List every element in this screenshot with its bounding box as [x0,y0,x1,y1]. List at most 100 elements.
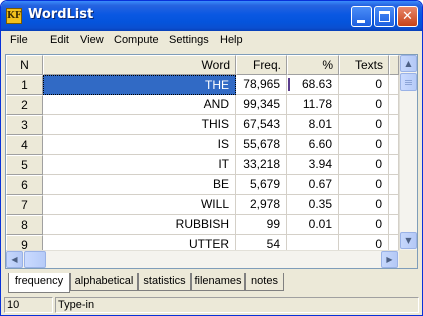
scroll-up-button[interactable]: ▲ [400,55,417,72]
cell-extra[interactable] [389,95,399,115]
cell-extra[interactable] [389,155,399,175]
horizontal-scrollbar[interactable]: ◀ ▶ [6,250,399,268]
cell-percent[interactable]: 68.63 [287,75,339,95]
word-grid[interactable]: N Word Freq. % Texts 1 THE 78,965 68.63 0 2 AN… [5,54,418,269]
tab-strip: frequency alphabetical statistics filena… [5,273,418,293]
column-header-texts[interactable]: Texts [339,55,389,75]
cell-word[interactable]: AND [43,95,236,115]
scroll-left-button[interactable]: ◀ [6,251,23,268]
close-button[interactable]: ✕ [397,6,418,27]
table-row[interactable]: 7 WILL 2,978 0.35 0 [6,195,399,215]
tab-filenames[interactable]: filenames [191,273,245,291]
vertical-scroll-thumb[interactable] [400,73,417,91]
cell-percent[interactable]: 8.01 [287,115,339,135]
row-number[interactable]: 2 [6,95,43,115]
cell-freq[interactable]: 67,543 [236,115,287,135]
cell-word[interactable]: THIS [43,115,236,135]
cell-extra[interactable] [389,115,399,135]
chevron-down-icon: ▼ [405,236,412,245]
window-title: WordList [28,7,94,22]
grip-line [405,84,412,85]
table-row[interactable]: 4 IS 55,678 6.60 0 [6,135,399,155]
scroll-down-button[interactable]: ▼ [400,232,417,249]
cell-extra[interactable] [389,75,399,95]
cell-word[interactable]: RUBBISH [43,215,236,235]
row-number[interactable]: 4 [6,135,43,155]
cell-word[interactable]: IS [43,135,236,155]
minimize-icon [357,20,365,23]
column-header-n[interactable]: N [6,55,43,75]
text-cursor [288,78,290,91]
cell-freq[interactable]: 78,965 [236,75,287,95]
column-header-percent[interactable]: % [287,55,339,75]
cell-freq[interactable]: 5,679 [236,175,287,195]
table-row[interactable]: 2 AND 99,345 11.78 0 [6,95,399,115]
cell-freq[interactable]: 2,978 [236,195,287,215]
tab-frequency[interactable]: frequency [8,273,70,293]
tab-alphabetical[interactable]: alphabetical [70,273,138,291]
vertical-scrollbar[interactable]: ▲ ▼ [399,55,417,250]
row-number[interactable]: 1 [6,75,43,95]
row-number[interactable]: 6 [6,175,43,195]
cell-word[interactable]: BE [43,175,236,195]
cell-freq[interactable]: 99,345 [236,95,287,115]
cell-freq[interactable]: 55,678 [236,135,287,155]
cell-extra[interactable] [389,175,399,195]
wordlist-window: KF WordList ✕ File Edit View Compute Set… [0,0,423,316]
column-header-extra [389,55,399,75]
cell-percent[interactable]: 6.60 [287,135,339,155]
cell-percent[interactable]: 0.01 [287,215,339,235]
cell-word[interactable]: IT [43,155,236,175]
cell-extra[interactable] [389,135,399,155]
grip-line [405,80,412,81]
tab-statistics[interactable]: statistics [138,273,191,291]
scrollbar-corner [399,250,417,268]
table-row[interactable]: 1 THE 78,965 68.63 0 [6,75,399,95]
menu-compute[interactable]: Compute [114,33,159,48]
cell-texts[interactable]: 0 [339,95,389,115]
table-row[interactable]: 6 BE 5,679 0.67 0 [6,175,399,195]
cell-word[interactable]: WILL [43,195,236,215]
cell-texts[interactable]: 0 [339,115,389,135]
row-number[interactable]: 5 [6,155,43,175]
cell-percent[interactable]: 11.78 [287,95,339,115]
minimize-button[interactable] [351,6,372,27]
maximize-button[interactable] [374,6,395,27]
cell-extra[interactable] [389,215,399,235]
table-row[interactable]: 3 THIS 67,543 8.01 0 [6,115,399,135]
cell-texts[interactable]: 0 [339,155,389,175]
cell-texts[interactable]: 0 [339,175,389,195]
grip-line [405,82,412,83]
cell-freq[interactable]: 99 [236,215,287,235]
row-number[interactable]: 3 [6,115,43,135]
status-count: 10 [4,297,53,313]
scroll-right-button[interactable]: ▶ [381,251,398,268]
title-bar[interactable]: KF WordList ✕ [1,1,422,31]
cell-texts[interactable]: 0 [339,75,389,95]
status-bar: 10 Type-in [1,295,422,315]
row-number[interactable]: 8 [6,215,43,235]
menu-settings[interactable]: Settings [169,33,209,48]
cell-percent[interactable]: 0.35 [287,195,339,215]
column-header-word[interactable]: Word [43,55,236,75]
cell-texts[interactable]: 0 [339,215,389,235]
table-row[interactable]: 5 IT 33,218 3.94 0 [6,155,399,175]
menu-file[interactable]: File [10,33,28,48]
cell-texts[interactable]: 0 [339,135,389,155]
cell-percent[interactable]: 0.67 [287,175,339,195]
cell-freq[interactable]: 33,218 [236,155,287,175]
cell-percent[interactable]: 3.94 [287,155,339,175]
table-row[interactable]: 8 RUBBISH 99 0.01 0 [6,215,399,235]
horizontal-scroll-thumb[interactable] [24,251,46,268]
menu-edit[interactable]: Edit [50,33,69,48]
cell-extra[interactable] [389,195,399,215]
menu-view[interactable]: View [80,33,104,48]
tab-notes[interactable]: notes [245,273,284,291]
column-header-freq[interactable]: Freq. [236,55,287,75]
cell-texts[interactable]: 0 [339,195,389,215]
row-number[interactable]: 7 [6,195,43,215]
chevron-up-icon: ▲ [405,59,412,68]
app-icon[interactable]: KF [6,8,22,24]
menu-help[interactable]: Help [220,33,243,48]
cell-word[interactable]: THE [43,75,236,95]
